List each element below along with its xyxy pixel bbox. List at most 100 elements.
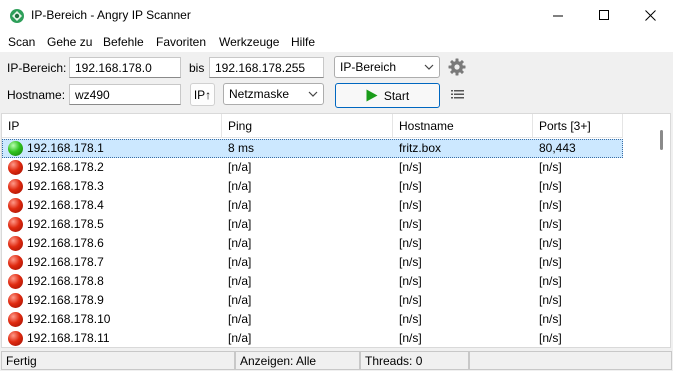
ip-up-button[interactable]: IP↑ xyxy=(190,83,215,106)
gear-icon[interactable] xyxy=(448,58,466,76)
cell-ports: [n/s] xyxy=(539,217,562,231)
cell-hostname: [n/s] xyxy=(399,274,422,288)
column-header-ports[interactable]: Ports [3+] xyxy=(533,114,623,138)
cell-ip: 192.168.178.8 xyxy=(27,274,104,288)
table-row[interactable]: 192.168.178.2 [n/a] [n/s] [n/s] xyxy=(2,158,623,177)
range-start-input[interactable]: 192.168.178.0 xyxy=(69,57,181,78)
range-end-input[interactable]: 192.168.178.255 xyxy=(209,57,324,78)
feeder-select[interactable]: IP-Bereich xyxy=(334,56,440,78)
host-dead-icon xyxy=(8,293,23,308)
table-row[interactable]: 192.168.178.9 [n/a] [n/s] [n/s] xyxy=(2,291,623,310)
range-to-label: bis xyxy=(189,61,205,75)
host-alive-icon xyxy=(8,141,23,156)
cell-ports: [n/s] xyxy=(539,331,562,345)
cell-hostname: [n/s] xyxy=(399,236,422,250)
cell-ports: [n/s] xyxy=(539,255,562,269)
column-header-ip[interactable]: IP xyxy=(2,114,222,138)
cell-ip: 192.168.178.6 xyxy=(27,236,104,250)
column-header-hostname[interactable]: Hostname xyxy=(393,114,533,138)
cell-ip: 192.168.178.9 xyxy=(27,293,104,307)
cell-ping: [n/a] xyxy=(228,312,252,326)
menu-werkzeuge[interactable]: Werkzeuge xyxy=(219,35,279,49)
menu-scan[interactable]: Scan xyxy=(8,35,35,49)
column-header-ping[interactable]: Ping xyxy=(222,114,393,138)
angry-ip-logo-icon xyxy=(10,9,24,23)
cell-ping: [n/a] xyxy=(228,198,252,212)
cell-ports: [n/s] xyxy=(539,236,562,250)
status-progress xyxy=(469,351,672,370)
list-columns-icon[interactable] xyxy=(451,89,464,101)
cell-ip: 192.168.178.7 xyxy=(27,255,104,269)
range-label: IP-Bereich: xyxy=(7,61,67,75)
host-dead-icon xyxy=(8,217,23,232)
window-title: IP-Bereich - Angry IP Scanner xyxy=(31,8,191,22)
table-header: IP Ping Hostname Ports [3+] xyxy=(2,114,623,138)
vertical-scrollbar[interactable] xyxy=(653,114,670,347)
cell-ping: [n/a] xyxy=(228,274,252,288)
host-dead-icon xyxy=(8,160,23,175)
start-button[interactable]: Start xyxy=(335,83,440,108)
host-dead-icon xyxy=(8,179,23,194)
close-icon xyxy=(644,10,656,21)
cell-ping: [n/a] xyxy=(228,160,252,174)
cell-ports: [n/s] xyxy=(539,312,562,326)
cell-hostname: [n/s] xyxy=(399,198,422,212)
table-row[interactable]: 192.168.178.3 [n/a] [n/s] [n/s] xyxy=(2,177,623,196)
netmask-select[interactable]: Netzmaske xyxy=(223,83,324,105)
status-state: Fertig xyxy=(1,351,235,370)
menu-gehe-zu[interactable]: Gehe zu xyxy=(47,35,92,49)
table-row[interactable]: 192.168.178.1 8 ms fritz.box 80,443 xyxy=(2,139,623,158)
cell-ip: 192.168.178.4 xyxy=(27,198,104,212)
hostname-label: Hostname: xyxy=(7,88,66,102)
cell-hostname: [n/s] xyxy=(399,255,422,269)
feeder-select-value: IP-Bereich xyxy=(340,60,397,74)
table-row[interactable]: 192.168.178.7 [n/a] [n/s] [n/s] xyxy=(2,253,623,272)
cell-ports: [n/s] xyxy=(539,198,562,212)
minimize-button[interactable] xyxy=(535,0,581,31)
table-row[interactable]: 192.168.178.10 [n/a] [n/s] [n/s] xyxy=(2,310,623,329)
cell-ping: [n/a] xyxy=(228,255,252,269)
cell-ping: 8 ms xyxy=(228,141,255,155)
cell-hostname: [n/s] xyxy=(399,217,422,231)
play-icon xyxy=(366,89,378,102)
results-table[interactable]: IP Ping Hostname Ports [3+] 192.168.178.… xyxy=(1,113,671,348)
table-row[interactable]: 192.168.178.5 [n/a] [n/s] [n/s] xyxy=(2,215,623,234)
cell-ip: 192.168.178.10 xyxy=(27,312,111,326)
menu-hilfe[interactable]: Hilfe xyxy=(291,35,315,49)
chevron-down-icon xyxy=(308,91,318,97)
cell-ip: 192.168.178.2 xyxy=(27,160,104,174)
cell-hostname: [n/s] xyxy=(399,331,422,345)
status-threads: Threads: 0 xyxy=(360,351,469,370)
menu-bar: Scan Gehe zu Befehle Favoriten Werkzeuge… xyxy=(0,31,673,52)
menu-befehle[interactable]: Befehle xyxy=(103,35,144,49)
table-row[interactable]: 192.168.178.8 [n/a] [n/s] [n/s] xyxy=(2,272,623,291)
close-button[interactable] xyxy=(627,0,673,31)
toolbar: IP-Bereich: 192.168.178.0 bis 192.168.17… xyxy=(0,52,673,111)
host-dead-icon xyxy=(8,198,23,213)
table-row[interactable]: 192.168.178.4 [n/a] [n/s] [n/s] xyxy=(2,196,623,215)
cell-ip: 192.168.178.1 xyxy=(27,141,104,155)
cell-hostname: fritz.box xyxy=(399,141,442,155)
title-bar[interactable]: IP-Bereich - Angry IP Scanner xyxy=(0,0,673,31)
cell-hostname: [n/s] xyxy=(399,179,422,193)
status-display-filter: Anzeigen: Alle xyxy=(235,351,360,370)
cell-ping: [n/a] xyxy=(228,293,252,307)
maximize-icon xyxy=(598,10,609,20)
cell-ports: [n/s] xyxy=(539,160,562,174)
cell-ports: [n/s] xyxy=(539,293,562,307)
menu-favoriten[interactable]: Favoriten xyxy=(156,35,206,49)
scrollbar-thumb[interactable] xyxy=(660,130,663,150)
cell-ping: [n/a] xyxy=(228,179,252,193)
hostname-input[interactable]: wz490 xyxy=(69,84,181,105)
maximize-button[interactable] xyxy=(581,0,627,31)
table-row[interactable]: 192.168.178.6 [n/a] [n/s] [n/s] xyxy=(2,234,623,253)
cell-ping: [n/a] xyxy=(228,331,252,345)
host-dead-icon xyxy=(8,312,23,327)
status-bar: Fertig Anzeigen: Alle Threads: 0 xyxy=(0,349,673,371)
cell-ping: [n/a] xyxy=(228,217,252,231)
host-dead-icon xyxy=(8,255,23,270)
cell-ports: [n/s] xyxy=(539,274,562,288)
start-button-label: Start xyxy=(383,88,410,103)
table-row[interactable]: 192.168.178.11 [n/a] [n/s] [n/s] xyxy=(2,329,623,347)
host-dead-icon xyxy=(8,331,23,346)
